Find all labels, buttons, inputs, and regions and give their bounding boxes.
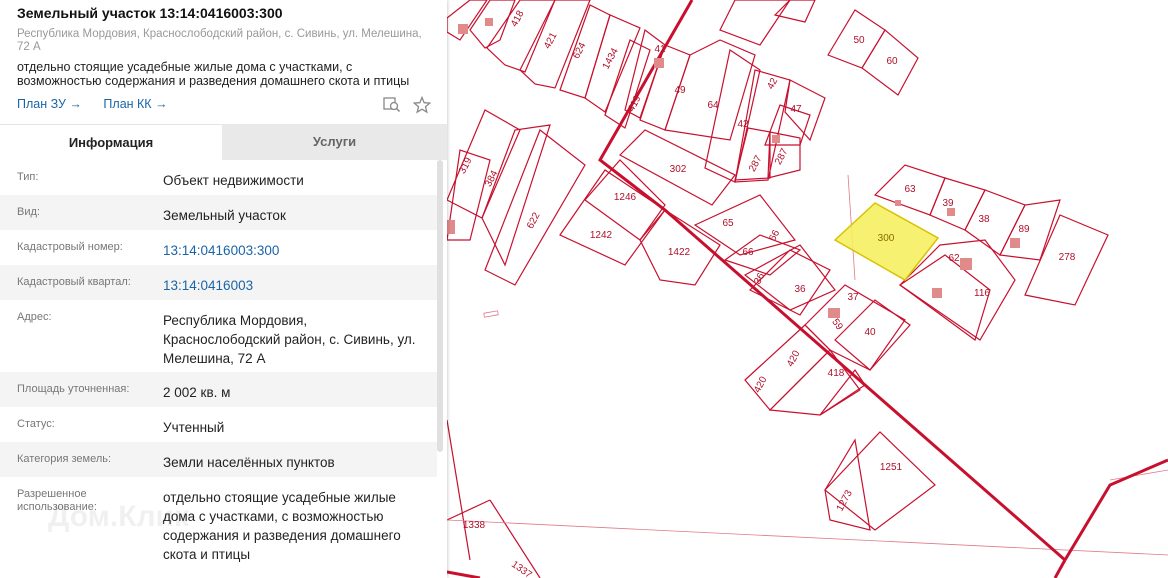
parcel-label: 420 [752, 374, 770, 394]
parcel-label: 1273 [835, 488, 855, 513]
parcel-label: 42 [765, 76, 780, 91]
parcel-use: отдельно стоящие усадебные жилые дома с … [17, 60, 410, 88]
parcel-label: 66 [742, 247, 754, 258]
buildings [447, 18, 1020, 318]
parcel-label: 49 [674, 85, 686, 96]
parcel-label: 59 [829, 317, 845, 333]
parcel-label: 418 [828, 368, 845, 379]
parcel-label: 1251 [880, 462, 903, 473]
row-value: Земельный участок [163, 208, 286, 223]
cadastral-map[interactable]: 418 421 624 1434 41 419 49 64 42 42 47 287 287 302 50 6… [447, 0, 1168, 578]
info-row: Адрес: Республика Мордовия, Краснослобод… [0, 300, 437, 372]
parcel-label: 66 [767, 228, 782, 243]
row-label: Вид: [17, 206, 40, 218]
cadastral-number-link[interactable]: 13:14:0416003:300 [163, 241, 428, 260]
tab-bar: Информация Услуги [0, 124, 447, 161]
parcel-label: 1434 [601, 46, 621, 71]
info-row: Вид: Земельный участок [0, 195, 437, 230]
parcel-label: 116 [974, 288, 990, 299]
parcel-label: 36 [794, 284, 806, 295]
plan-links: План ЗУ → План КК → [17, 97, 186, 111]
row-label: Тип: [17, 171, 39, 183]
parcel-label: 1422 [668, 247, 691, 258]
tab-info[interactable]: Информация [0, 124, 222, 161]
row-value: отдельно стоящие усадебные жилые дома с … [163, 490, 401, 562]
parcel-label: 47 [790, 104, 802, 115]
action-icons [383, 95, 439, 119]
parcel-title: Земельный участок 13:14:0416003:300 [17, 5, 283, 21]
parcel-label: 64 [707, 100, 719, 111]
parcel-label: 1246 [614, 192, 637, 203]
parcel-label: 287 [747, 153, 765, 173]
parcel-label: 38 [978, 214, 990, 225]
parcel-label: 42 [737, 119, 749, 130]
star-icon[interactable] [413, 95, 432, 114]
parcel-label: 421 [542, 30, 560, 50]
plan-kk-link[interactable]: План КК → [103, 97, 167, 111]
row-label: Адрес: [17, 311, 52, 323]
parcel-label: 384 [483, 168, 501, 188]
tab-services[interactable]: Услуги [222, 124, 447, 160]
row-label: Площадь уточненная: [17, 383, 130, 395]
row-label: Категория земель: [17, 453, 112, 465]
parcel-label: 37 [847, 292, 859, 303]
parcel-label: 89 [1018, 224, 1030, 235]
parcel-address: Республика Мордовия, Краснослободский ра… [17, 28, 422, 53]
parcel-label: 624 [571, 40, 589, 60]
info-row: Категория земель: Земли населённых пункт… [0, 442, 437, 477]
parcel-label: 40 [864, 327, 876, 338]
plan-zu-link[interactable]: План ЗУ → [17, 97, 82, 111]
thin-lines [447, 174, 1168, 556]
parcel-label: 287 [773, 146, 791, 166]
cadastral-quarter-link[interactable]: 13:14:0416003 [163, 276, 428, 295]
parcel-label: 278 [1059, 252, 1076, 263]
row-value: Объект недвижимости [163, 173, 304, 188]
info-row: Площадь уточненная: 2 002 кв. м [0, 372, 437, 407]
parcel-label: 39 [942, 198, 954, 209]
info-row: Тип: Объект недвижимости [0, 160, 437, 195]
row-value: 2 002 кв. м [163, 385, 231, 400]
parcel-label: 60 [886, 56, 898, 67]
row-label: Кадастровый квартал: [17, 276, 131, 288]
parcel-label: 62 [948, 253, 960, 264]
watermark-logo: Дом.Клик [48, 500, 190, 533]
info-panel: Земельный участок 13:14:0416003:300 Респ… [0, 0, 447, 578]
parcel-label: 1338 [463, 520, 486, 531]
row-value: Республика Мордовия, Краснослободский ра… [163, 313, 416, 366]
parcel-label: 300 [878, 233, 895, 244]
panel-scrollbar[interactable] [437, 160, 443, 452]
parcel-boundaries [447, 0, 1109, 578]
info-row: Статус: Учтенный [0, 407, 437, 442]
parcel-label: 50 [853, 35, 865, 46]
map-canvas[interactable]: 418421624 1434 414194964424247287 287302506… [447, 0, 1168, 578]
parcel-label-layer: 418421624 1434 414194964424247287 287302506… [457, 8, 1076, 578]
parcel-label: 319 [457, 155, 475, 175]
parcel-label: 622 [525, 210, 543, 230]
parcel-label: 302 [670, 164, 687, 175]
row-label: Статус: [17, 418, 55, 430]
parcel-label: 63 [904, 184, 916, 195]
parcel-label: 420 [785, 348, 803, 368]
row-value: Учтенный [163, 420, 225, 435]
row-value: Земли населённых пунктов [163, 455, 335, 470]
info-row: Кадастровый номер: 13:14:0416003:300 [0, 230, 437, 265]
info-row: Кадастровый квартал: 13:14:0416003 [0, 265, 437, 300]
row-label: Кадастровый номер: [17, 241, 123, 253]
parcel-label: 65 [722, 218, 734, 229]
parcel-label: 1242 [590, 230, 613, 241]
search-zoom-icon[interactable] [383, 96, 401, 114]
parcel-label: 41 [654, 44, 666, 55]
